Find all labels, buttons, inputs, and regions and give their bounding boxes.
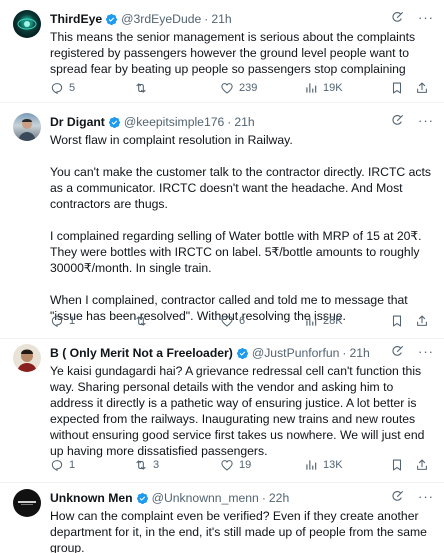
bookmark-button[interactable] [390,81,404,95]
timestamp[interactable]: 21h [349,346,369,360]
views-button[interactable]: 13K [304,458,343,472]
views-icon [304,458,318,472]
bookmark-button[interactable] [390,458,404,472]
reply-icon [50,314,64,328]
share-button[interactable] [415,81,429,95]
like-count: 6 [239,315,246,327]
verified-badge-icon [236,347,249,360]
tweet-header: Dr Digant @keepitsimple176 · 21h [50,115,255,129]
tweet-text: This means the senior management is seri… [50,30,416,76]
tweet-unknown-men[interactable]: Unknown Men @Unknownn_menn · 22h ··· How… [0,483,444,553]
reply-icon [50,458,64,472]
like-button[interactable]: 19 [220,458,251,472]
views-button[interactable]: 28K [304,314,343,328]
share-button[interactable] [415,314,429,328]
reply-count: 1 [69,459,76,471]
retweet-icon [134,81,148,95]
display-name[interactable]: Dr Digant [50,115,105,129]
views-icon [304,314,318,328]
tweet-header: ThirdEye @3rdEyeDude · 21h [50,12,232,26]
reply-icon [50,81,64,95]
bookmark-icon [390,314,404,328]
tweet-dr-digant[interactable]: Dr Digant @keepitsimple176 · 21h ··· Wor… [0,103,444,339]
view-count: 19K [323,82,343,94]
grok-icon[interactable] [391,11,404,24]
reply-feed: ThirdEye @3rdEyeDude · 21h ··· This mean… [0,0,444,553]
avatar[interactable] [13,489,41,517]
views-button[interactable]: 19K [304,81,343,95]
verified-badge-icon [105,13,118,26]
action-bar: 1 6 28K [50,313,434,329]
share-icon [415,81,429,95]
more-icon[interactable]: ··· [418,345,434,358]
share-icon [415,314,429,328]
more-icon[interactable]: ··· [418,114,434,127]
views-icon [304,81,318,95]
user-handle[interactable]: @3rdEyeDude [121,12,201,26]
timestamp[interactable]: 21h [211,12,231,26]
tweet-header: B ( Only Merit Not a Freeloader) @JustPu… [50,346,370,360]
display-name[interactable]: B ( Only Merit Not a Freeloader) [50,346,233,360]
tweet-header: Unknown Men @Unknownn_menn · 22h [50,491,290,505]
like-icon [220,314,234,328]
view-count: 13K [323,459,343,471]
like-count: 239 [239,82,258,94]
retweet-count: 3 [153,459,160,471]
grok-icon[interactable] [391,114,404,127]
tweet-text: Worst flaw in complaint resolution in Ra… [50,133,431,323]
retweet-button[interactable] [134,314,153,328]
user-handle[interactable]: @JustPunforfun [252,346,340,360]
bookmark-button[interactable] [390,314,404,328]
avatar[interactable] [13,344,41,372]
retweet-button[interactable] [134,81,153,95]
verified-badge-icon [108,116,121,129]
like-count: 19 [239,459,252,471]
reply-button[interactable]: 1 [50,314,75,328]
timestamp[interactable]: 22h [269,491,289,505]
display-name[interactable]: Unknown Men [50,491,133,505]
like-button[interactable]: 6 [220,314,245,328]
reply-button[interactable]: 1 [50,458,75,472]
like-icon [220,81,234,95]
more-icon[interactable]: ··· [418,490,434,503]
like-icon [220,458,234,472]
retweet-icon [134,458,148,472]
like-button[interactable]: 239 [220,81,257,95]
tweet-text: Ye kaisi gundagardi hai? A grievance red… [50,364,425,458]
view-count: 28K [323,315,343,327]
share-icon [415,458,429,472]
reply-count: 5 [69,82,76,94]
reply-count: 1 [69,315,76,327]
user-handle[interactable]: @Unknownn_menn [152,491,259,505]
more-icon[interactable]: ··· [418,11,434,24]
tweet-justpunforfun[interactable]: B ( Only Merit Not a Freeloader) @JustPu… [0,339,444,483]
display-name[interactable]: ThirdEye [50,12,102,26]
share-button[interactable] [415,458,429,472]
bookmark-icon [390,458,404,472]
verified-badge-icon [136,492,149,505]
retweet-button[interactable]: 3 [134,458,159,472]
timestamp[interactable]: 21h [234,115,254,129]
avatar[interactable] [13,113,41,141]
grok-icon[interactable] [391,490,404,503]
user-handle[interactable]: @keepitsimple176 [124,115,224,129]
action-bar: 1 3 19 13K [50,457,434,473]
action-bar: 5 239 19K [50,80,434,96]
reply-button[interactable]: 5 [50,81,75,95]
bookmark-icon [390,81,404,95]
tweet-text: How can the complaint even be verified? … [50,509,427,553]
grok-icon[interactable] [391,345,404,358]
avatar[interactable] [13,10,41,38]
tweet-thirdeye[interactable]: ThirdEye @3rdEyeDude · 21h ··· This mean… [0,0,444,103]
retweet-icon [134,314,148,328]
